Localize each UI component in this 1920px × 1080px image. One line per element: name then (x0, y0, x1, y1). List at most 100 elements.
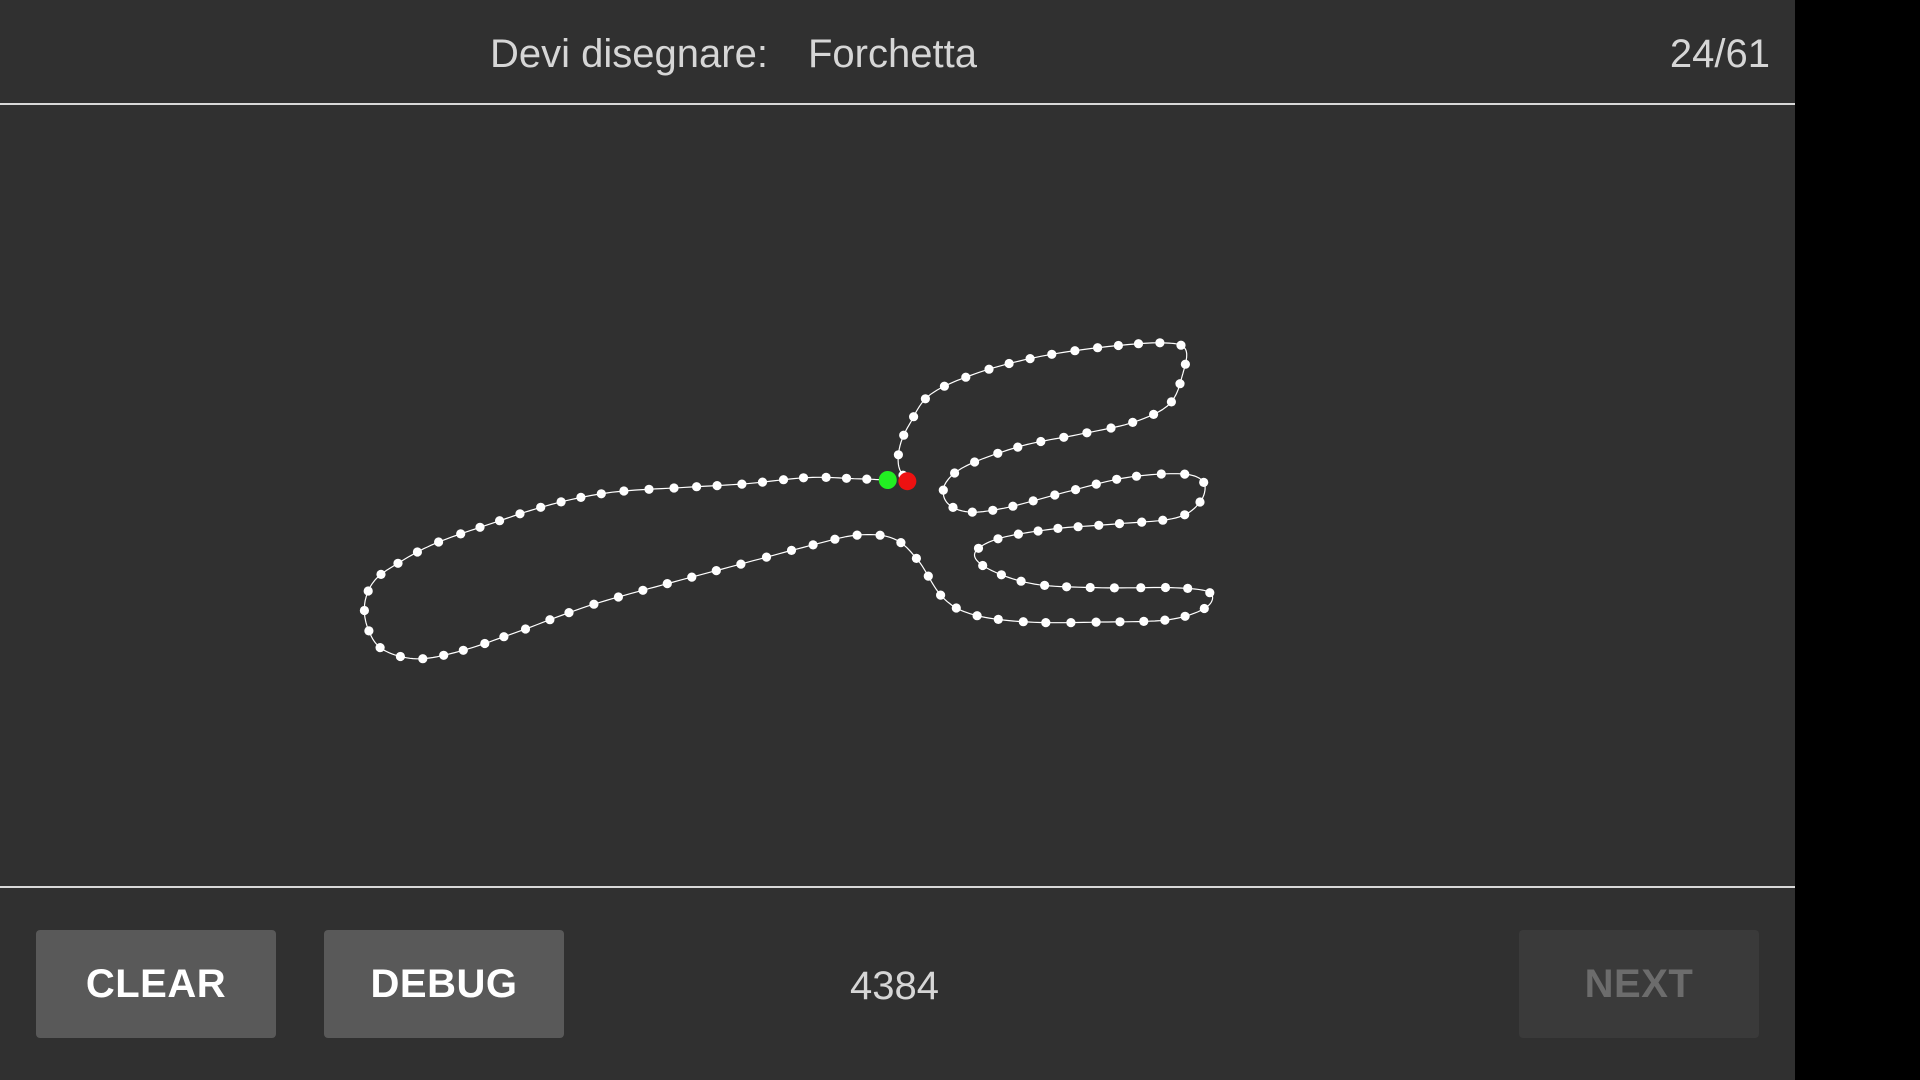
drawing-surface[interactable] (0, 105, 1795, 887)
stroke-point (993, 614, 1003, 624)
next-button[interactable]: NEXT (1519, 930, 1759, 1038)
stroke-point (993, 448, 1003, 458)
stroke-point (564, 608, 574, 618)
stroke-point (1180, 469, 1190, 479)
stroke-point (499, 632, 509, 642)
stroke-point (456, 529, 466, 539)
stroke-point (1028, 496, 1038, 506)
app-window: Devi disegnare: Forchetta 24/61 CLEAR DE… (0, 0, 1795, 1080)
stroke-point (938, 485, 948, 495)
stroke-point (961, 372, 971, 382)
stroke-point (1113, 340, 1123, 351)
drawn-stroke-points (359, 338, 1215, 664)
stroke-point (909, 412, 919, 422)
stroke-point (786, 545, 797, 555)
stroke-point (458, 645, 468, 655)
stroke-point (1071, 485, 1081, 495)
stroke-point (996, 570, 1007, 580)
stroke-point (1199, 477, 1209, 487)
stroke-point (988, 505, 998, 515)
stroke-point (967, 507, 977, 517)
stroke-point (1070, 346, 1080, 356)
stroke-point (862, 474, 872, 484)
prompt-label: Devi disegnare: (490, 32, 768, 76)
progress-counter: 24/61 (1669, 32, 1770, 76)
stroke-point (1016, 576, 1026, 586)
stroke-point (1036, 436, 1046, 447)
stroke-point (363, 586, 373, 596)
stroke-point (434, 537, 444, 547)
footer-bar: CLEAR DEBUG 4384 NEXT (0, 886, 1795, 1080)
stroke-point (852, 530, 862, 540)
stroke-point (821, 472, 831, 482)
stroke-point (418, 654, 428, 664)
stroke-point (1160, 615, 1170, 625)
stroke-point (669, 483, 679, 493)
drawn-stroke-line (363, 342, 1214, 660)
stroke-point (841, 473, 852, 483)
stroke-end-marker (898, 472, 917, 491)
stroke-point (364, 626, 374, 636)
stroke-point (687, 572, 697, 582)
stroke-point (662, 579, 672, 589)
stroke-point (556, 497, 566, 507)
stroke-point (359, 605, 369, 616)
stroke-point (1091, 617, 1101, 627)
stroke-point (1114, 519, 1125, 529)
stroke-point (757, 477, 768, 487)
stroke-point (1008, 501, 1018, 511)
stroke-point (830, 534, 840, 544)
stroke-point (1040, 580, 1050, 590)
debug-button[interactable]: DEBUG (324, 930, 564, 1038)
score-value: 4384 (850, 964, 939, 1008)
stroke-point (948, 502, 958, 512)
stroke-point (939, 381, 950, 391)
stroke-start-marker (878, 471, 897, 489)
stroke-point (778, 475, 789, 485)
stroke-point (993, 534, 1003, 544)
stroke-point (1033, 526, 1043, 536)
stroke-point (1136, 583, 1146, 593)
prompt-word: Forchetta (808, 32, 977, 76)
stroke-point (973, 543, 984, 553)
stroke-point (1137, 517, 1147, 527)
stroke-point (1155, 338, 1165, 348)
stroke-point (951, 603, 961, 613)
stroke-point (515, 509, 525, 519)
stroke-point (1093, 343, 1103, 353)
stroke-point (893, 450, 904, 460)
stroke-point (1115, 617, 1125, 627)
stroke-point (1128, 417, 1138, 427)
stroke-point (923, 571, 933, 581)
stroke-point (798, 473, 809, 483)
stroke-point (1175, 379, 1185, 389)
stroke-point (920, 394, 931, 404)
stroke-point (984, 364, 994, 374)
stroke-point (712, 481, 722, 491)
stroke-point (899, 430, 909, 440)
stroke-point (589, 599, 599, 609)
stroke-point (711, 566, 721, 576)
stroke-point (808, 540, 818, 550)
stroke-point (1156, 469, 1166, 479)
stroke-point (737, 479, 747, 489)
stroke-point (1199, 603, 1209, 614)
stroke-point (1158, 515, 1168, 525)
stroke-point (613, 592, 624, 602)
stroke-point (736, 559, 746, 569)
stroke-point (1160, 582, 1171, 593)
stroke-point (376, 569, 386, 579)
stroke-point (761, 552, 772, 562)
stroke-point (1180, 359, 1190, 369)
drawing-canvas[interactable] (0, 105, 1795, 887)
stroke-point (1094, 520, 1104, 530)
stroke-point (1183, 583, 1193, 593)
clear-button[interactable]: CLEAR (36, 930, 276, 1038)
stroke-point (1180, 510, 1190, 520)
stroke-point (978, 560, 988, 571)
stroke-point (1106, 423, 1116, 433)
stroke-point (1059, 432, 1069, 442)
stroke-point (1018, 617, 1028, 627)
stroke-point (1131, 471, 1142, 481)
stroke-point (1047, 349, 1057, 359)
